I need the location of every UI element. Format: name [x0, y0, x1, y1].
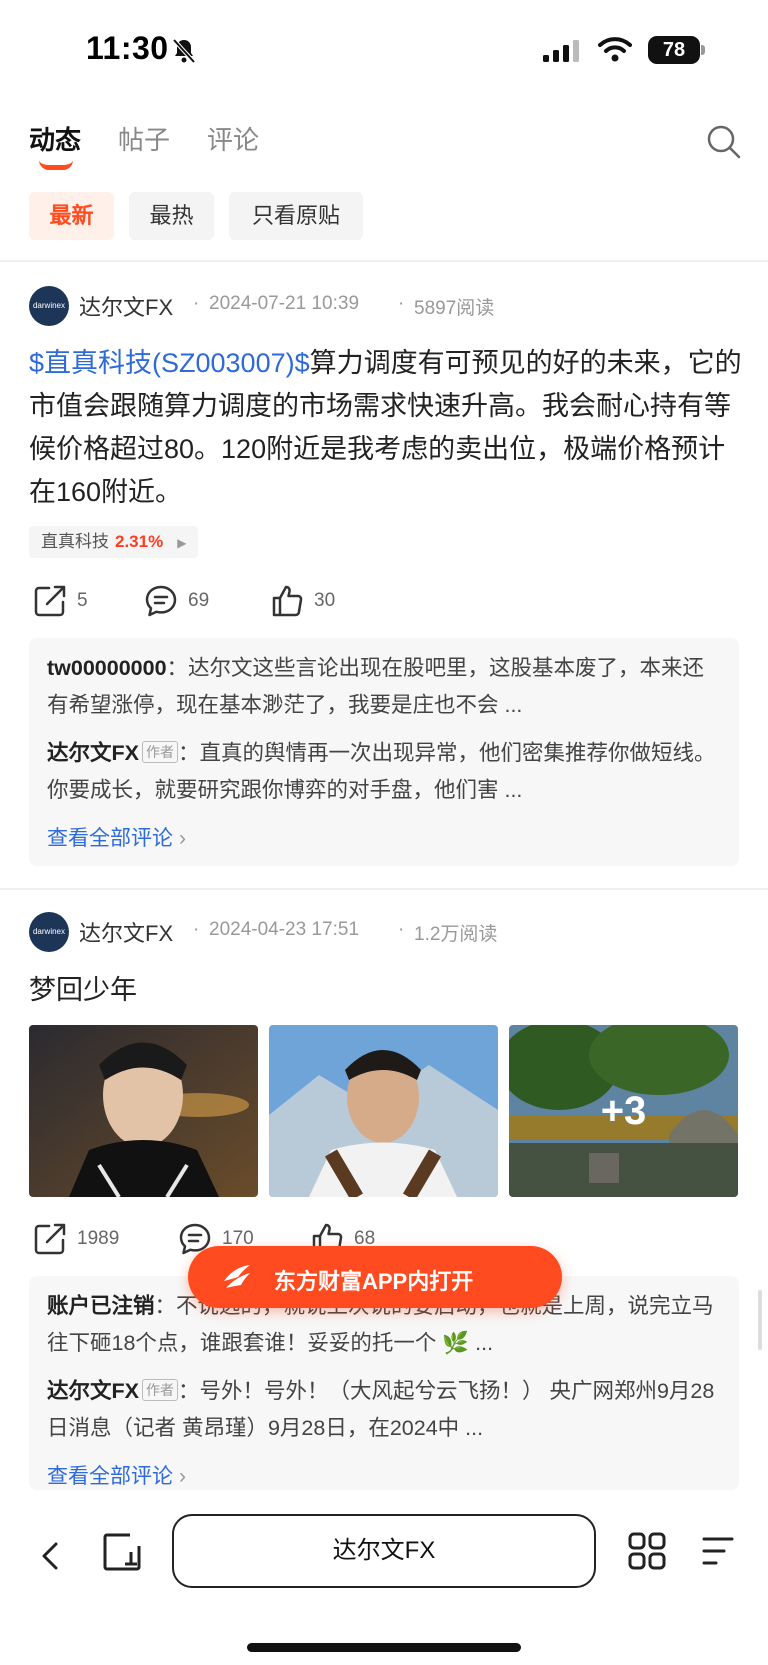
play-triangle-icon: ▶ [177, 536, 187, 550]
comment-preview-box: tw00000000：达尔文这些言论出现在股吧里，这股基本废了，本来还有希望涨停… [29, 638, 739, 866]
post-image[interactable] [29, 1025, 258, 1197]
meta-dot-icon: · [193, 293, 200, 314]
comment-item[interactable]: 达尔文FX 作者 ：号外！号外！（大风起兮云飞扬！） 央广网郑州9月28日消息（记者… [47, 1373, 717, 1447]
more-images-count: +3 [600, 1089, 647, 1133]
author-badge: 作者 [141, 1379, 178, 1401]
tab-active-indicator [39, 160, 73, 170]
post-reads: 1.2万阅读 [414, 924, 498, 945]
post-date: 2024-07-21 10:39 [209, 293, 360, 314]
share-icon [34, 1223, 66, 1255]
address-bar[interactable]: 达尔文FX [172, 1514, 596, 1588]
post-body[interactable]: $直真科技(SZ003007)$算力调度有可预见的好的未来，它的市值会跟随算力调… [29, 342, 744, 514]
tabs-icon[interactable] [102, 1532, 142, 1572]
cellular-signal-icon [543, 40, 579, 62]
like-count: 30 [314, 590, 336, 611]
comment-item[interactable]: tw00000000：达尔文这些言论出现在股吧里，这股基本废了，本来还有希望涨停… [47, 650, 717, 724]
author-badge: 作者 [141, 741, 178, 763]
see-all-comments-link[interactable]: 查看全部评论 › [47, 1460, 186, 1490]
menu-icon[interactable] [700, 1534, 736, 1568]
tab-comments[interactable]: 评论 [207, 120, 259, 157]
see-all-label: 查看全部评论 [47, 1465, 173, 1488]
battery-tip [701, 45, 705, 55]
post-author[interactable]: 达尔文FX [79, 290, 173, 322]
comment-item[interactable]: 达尔文FX 作者 ：直真的舆情再一次出现异常，他们密集推荐你做短线。你要成长，就要研… [47, 735, 717, 809]
status-time: 11:30 [86, 30, 169, 66]
status-bar: 11:30 78 [0, 0, 768, 100]
share-icon [34, 585, 66, 617]
thumbs-up-icon [272, 585, 303, 617]
back-icon[interactable] [38, 1538, 62, 1574]
bell-muted-icon [172, 38, 196, 64]
post-image[interactable] [269, 1025, 498, 1197]
comment-user[interactable]: 达尔文FX [47, 741, 139, 765]
divider [0, 260, 768, 262]
stock-tag-change: 2.31% [115, 532, 164, 551]
share-count: 1989 [77, 1228, 120, 1249]
stock-tag[interactable]: 直真科技 2.31% ▶ [29, 526, 199, 558]
tab-posts[interactable]: 帖子 [118, 120, 170, 157]
comment-user[interactable]: 账户已注销 [47, 1294, 155, 1318]
stock-tag-name: 直真科技 [41, 532, 109, 551]
grid-apps-icon[interactable] [628, 1532, 666, 1570]
post-author[interactable]: 达尔文FX [79, 916, 173, 948]
scroll-indicator [758, 1290, 762, 1350]
comment-user[interactable]: 达尔文FX [47, 1379, 139, 1403]
avatar[interactable]: darwinex [29, 912, 69, 952]
meta-dot-icon: · [398, 293, 405, 314]
post-image-more[interactable]: +3 [509, 1025, 738, 1197]
open-in-app-label: 东方财富APP内打开 [274, 1269, 474, 1294]
post-reads: 5897阅读 [414, 298, 495, 319]
post-date: 2024-04-23 17:51 [209, 919, 360, 940]
chevron-right-icon: › [179, 827, 186, 850]
post-title[interactable]: 梦回少年 [29, 968, 137, 1007]
open-in-app-button[interactable]: 东方财富APP内打开 [188, 1246, 562, 1308]
chevron-right-icon: › [179, 1465, 186, 1488]
share-count: 5 [77, 590, 88, 611]
filter-original-only[interactable]: 只看原贴 [229, 192, 363, 240]
see-all-label: 查看全部评论 [47, 827, 173, 850]
search-icon[interactable] [706, 124, 742, 160]
comment-count: 69 [188, 590, 210, 611]
tab-dynamics[interactable]: 动态 [29, 120, 81, 157]
meta-dot-icon: · [398, 919, 405, 940]
wifi-icon [598, 37, 632, 62]
battery-indicator: 78 [648, 36, 700, 64]
divider [0, 888, 768, 890]
comment-icon [145, 585, 177, 617]
filter-hottest[interactable]: 最热 [129, 192, 214, 240]
stock-link[interactable]: $直真科技(SZ003007)$ [29, 348, 310, 378]
comment-preview-box: 账户已注销：不说远的，就说上次说的要启动，也就是上周，说完立马往下砸18个点，谁… [29, 1276, 739, 1490]
meta-dot-icon: · [193, 919, 200, 940]
browser-toolbar: 达尔文FX [0, 1490, 768, 1665]
home-indicator [247, 1643, 521, 1652]
app-logo-icon [224, 1265, 250, 1288]
avatar[interactable]: darwinex [29, 286, 69, 326]
comment-user[interactable]: tw00000000 [47, 656, 167, 680]
filter-latest[interactable]: 最新 [29, 192, 114, 240]
see-all-comments-link[interactable]: 查看全部评论 › [47, 822, 186, 852]
